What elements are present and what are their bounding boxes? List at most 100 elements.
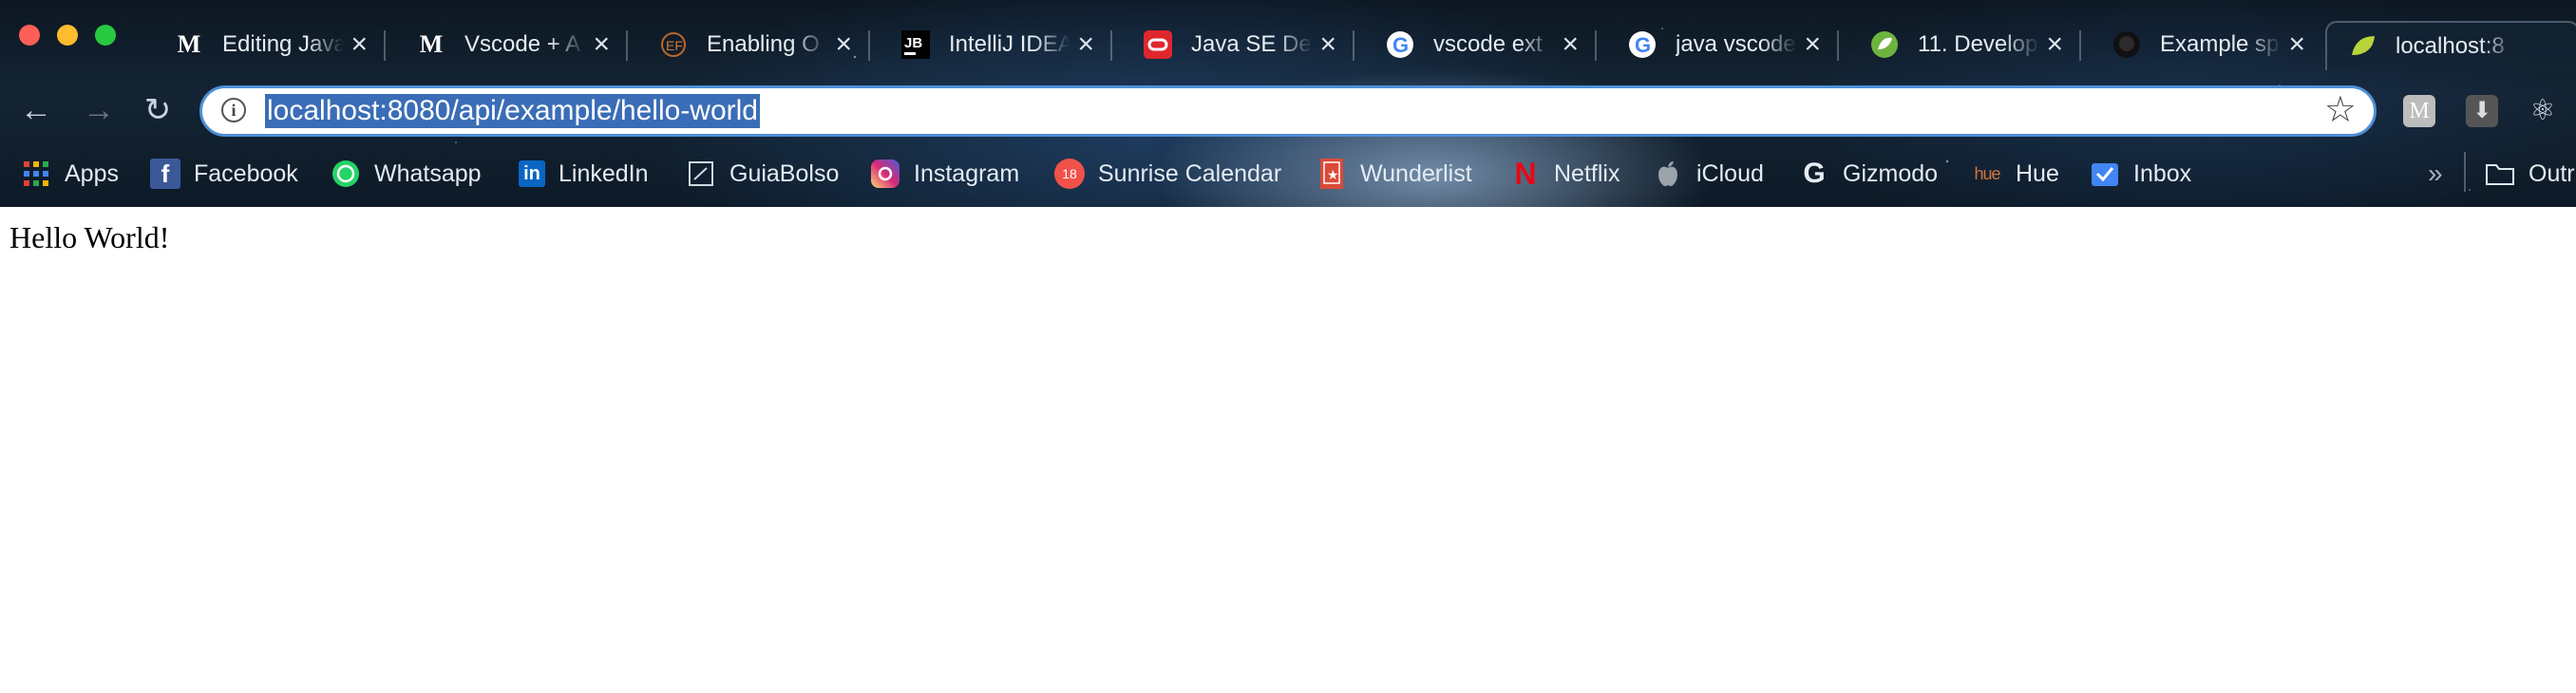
instagram-icon: [870, 159, 900, 189]
download-extension-icon[interactable]: ⬇: [2466, 95, 2498, 127]
tab-localhost-active[interactable]: localhost:8: [2325, 21, 2576, 70]
tab-java-se[interactable]: Java SE De ×: [1110, 21, 1354, 68]
tab-title: Example sp: [2160, 31, 2280, 57]
tab-vscode[interactable]: M Vscode + A ×: [384, 21, 627, 68]
bookmark-label: Sunrise Calendar: [1098, 159, 1282, 187]
tab-vscode-ext[interactable]: G vscode ext ×: [1353, 21, 1596, 68]
bookmark-linkedin[interactable]: in LinkedIn: [519, 158, 649, 190]
bookmark-apps[interactable]: Apps: [21, 158, 119, 190]
tab-separator: [1837, 30, 1839, 61]
gizmodo-icon: G: [1803, 158, 1826, 189]
close-tab-icon[interactable]: ×: [1077, 28, 1094, 61]
window-minimize-button[interactable]: [57, 25, 78, 46]
forward-button[interactable]: →: [80, 91, 118, 129]
linkedin-icon: in: [519, 160, 545, 187]
bookmark-guiabolso[interactable]: GuiaBolso: [686, 158, 839, 190]
bookmark-sunrise-calendar[interactable]: 18 Sunrise Calendar: [1054, 158, 1281, 190]
tab-separator: [2079, 30, 2081, 61]
github-icon: [2112, 30, 2141, 59]
medium-icon: M: [177, 30, 201, 58]
window-zoom-button[interactable]: [95, 25, 116, 46]
google-icon: G: [1386, 30, 1414, 59]
url-text[interactable]: localhost:8080/api/example/hello-world: [265, 94, 760, 128]
apps-grid-icon: [21, 159, 51, 189]
bookmark-label: Whatsapp: [374, 159, 482, 187]
close-tab-icon[interactable]: ×: [350, 28, 368, 61]
bookmark-label: Hue: [2016, 159, 2059, 187]
bookmark-label: Instagram: [914, 159, 1020, 187]
jetbrains-icon: JB: [901, 30, 930, 59]
medium-icon: M: [419, 30, 444, 58]
tab-separator: [1110, 30, 1112, 61]
google-icon: G: [1628, 30, 1657, 59]
guiabolso-icon: [686, 159, 716, 189]
tab-title: java vscode: [1676, 31, 1796, 57]
close-tab-icon[interactable]: ×: [1319, 28, 1336, 61]
close-tab-icon[interactable]: ×: [593, 28, 610, 61]
spring-icon: [1870, 30, 1899, 59]
svg-text:G: G: [1635, 33, 1651, 57]
bookmark-inbox[interactable]: Inbox: [2090, 158, 2191, 190]
tab-title: Java SE De: [1191, 31, 1312, 57]
bookmark-label: Facebook: [194, 159, 298, 187]
bookmark-star-icon[interactable]: ☆: [2324, 90, 2357, 130]
close-tab-icon[interactable]: ×: [835, 28, 852, 61]
browser-chrome: M Editing Java × M Vscode + A × EF Enabl…: [0, 0, 2576, 207]
bookmark-wunderlist[interactable]: ★ Wunderlist: [1316, 158, 1472, 190]
tab-intellij[interactable]: JB IntelliJ IDEA ×: [868, 21, 1111, 68]
close-tab-icon[interactable]: ×: [2288, 28, 2305, 61]
bookmark-netflix[interactable]: N Netflix: [1510, 157, 1620, 191]
tab-editing-java[interactable]: M Editing Java ×: [142, 21, 385, 68]
bookmark-icloud[interactable]: iCloud: [1653, 158, 1764, 190]
tab-develop[interactable]: 11. Develop ×: [1837, 21, 2080, 68]
bookmark-label: LinkedIn: [559, 159, 649, 187]
site-info-icon[interactable]: i: [221, 98, 246, 122]
reload-button[interactable]: ↻: [139, 91, 177, 129]
bookmarks-divider: [2464, 152, 2466, 192]
inbox-icon: [2090, 159, 2120, 189]
svg-text:★: ★: [1327, 167, 1339, 182]
bookmark-label: GuiaBolso: [729, 159, 840, 187]
tab-separator: [626, 30, 628, 61]
tab-title: 11. Develop: [1918, 31, 2038, 57]
tab-title: Enabling O: [707, 31, 820, 57]
svg-text:G: G: [1392, 33, 1409, 57]
hue-icon: hue: [1974, 163, 2000, 183]
close-tab-icon[interactable]: ×: [1562, 28, 1579, 61]
medium-extension-icon[interactable]: M: [2403, 95, 2435, 127]
close-tab-icon[interactable]: ×: [2046, 28, 2063, 61]
address-bar[interactable]: i localhost:8080/api/example/hello-world…: [199, 85, 2377, 137]
bookmarks-overflow-button[interactable]: »: [2428, 158, 2443, 190]
tab-java-vscode[interactable]: G java vscode ×: [1595, 21, 1838, 68]
oracle-icon: [1144, 30, 1172, 59]
svg-text:EF: EF: [666, 38, 683, 53]
facebook-icon: f: [150, 159, 180, 189]
bookmark-label: iCloud: [1696, 159, 1764, 187]
back-button[interactable]: ←: [17, 91, 55, 129]
apple-icon: [1653, 159, 1683, 189]
bookmark-label: Outr: [2529, 159, 2575, 187]
close-tab-icon[interactable]: ×: [1804, 28, 1821, 61]
bookmark-facebook[interactable]: f Facebook: [150, 158, 298, 190]
window-close-button[interactable]: [19, 25, 40, 46]
bookmark-instagram[interactable]: Instagram: [870, 158, 1019, 190]
bookmark-label: Gizmodo: [1843, 159, 1939, 187]
bookmark-label: Netflix: [1554, 159, 1620, 187]
bookmark-whatsapp[interactable]: Whatsapp: [331, 158, 482, 190]
bookmark-gizmodo[interactable]: G Gizmodo: [1799, 158, 1938, 190]
tab-title: IntelliJ IDEA: [949, 31, 1070, 57]
whatsapp-icon: [331, 159, 361, 189]
bookmark-label: Wunderlist: [1360, 159, 1472, 187]
tab-title: Editing Java: [222, 31, 344, 57]
tab-separator: [384, 30, 386, 61]
react-devtools-icon[interactable]: ⚛: [2527, 95, 2559, 127]
tab-title: vscode ext: [1433, 31, 1543, 57]
bookmark-other-folder[interactable]: Outr: [2485, 158, 2575, 190]
folder-icon: [2485, 159, 2515, 189]
tab-enabling[interactable]: EF Enabling O ×: [626, 21, 869, 68]
tab-separator: [1353, 30, 1354, 61]
svg-text:JB: JB: [904, 35, 922, 51]
tab-separator: [1595, 30, 1597, 61]
tab-example[interactable]: Example sp ×: [2079, 21, 2322, 68]
bookmark-hue[interactable]: hue Hue: [1972, 158, 2059, 190]
